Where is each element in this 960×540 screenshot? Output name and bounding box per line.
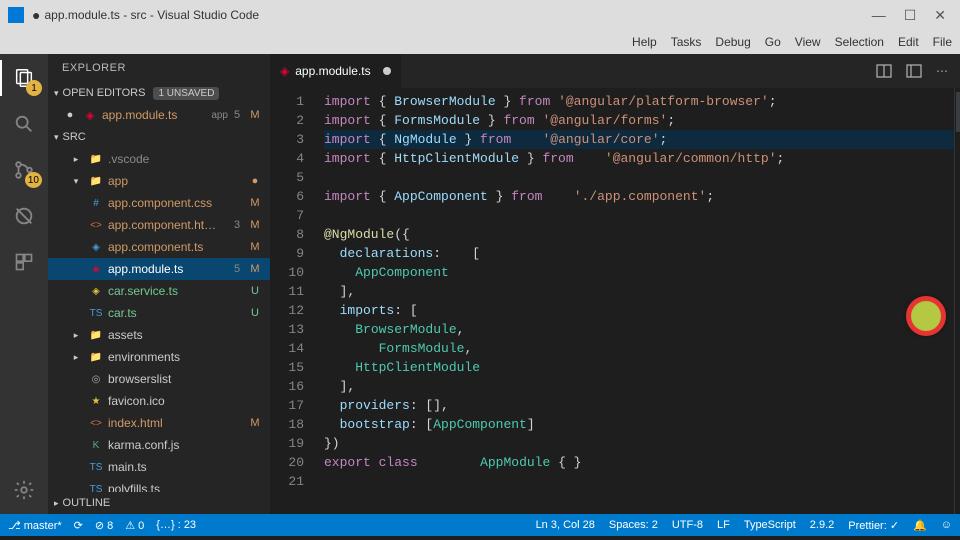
tree-item[interactable]: <>index.htmlM [48, 412, 270, 434]
tree-item[interactable]: ◈app.module.ts5M [48, 258, 270, 280]
indent-setting[interactable]: Spaces: 2 [609, 519, 658, 531]
warnings-count[interactable]: ⚠ 0 [125, 519, 144, 532]
open-editors-header[interactable]: ▾ OPEN EDITORS 1 UNSAVED [48, 82, 270, 104]
tree-item[interactable]: ◈app.component.tsM [48, 236, 270, 258]
split-editor-icon[interactable] [876, 63, 892, 79]
file-tree: ▸📁.vscode▾📁app●#app.component.cssM<>app.… [48, 148, 270, 492]
eol[interactable]: LF [717, 519, 730, 531]
info-count[interactable]: {…} : 23 [156, 519, 196, 531]
tree-item[interactable]: TScar.tsU [48, 302, 270, 324]
ts-version[interactable]: 2.9.2 [810, 519, 834, 531]
prettier-status[interactable]: Prettier: ✓ [848, 519, 899, 532]
title-app: Visual Studio Code [157, 8, 872, 22]
menu-view[interactable]: View [795, 35, 821, 49]
src-label: SRC [63, 131, 86, 143]
feedback-icon[interactable]: ☺ [941, 519, 952, 531]
scm-badge: 10 [25, 172, 42, 188]
code-editor[interactable]: 123456789101112131415161718192021 import… [270, 88, 960, 514]
activitybar: 1 10 [0, 54, 48, 514]
dirty-indicator [383, 67, 391, 75]
encoding[interactable]: UTF-8 [672, 519, 703, 531]
toggle-layout-icon[interactable] [906, 63, 922, 79]
close-window-button[interactable]: ✕ [934, 7, 946, 24]
errors-count[interactable]: ⊘ 8 [95, 519, 113, 532]
menu-tasks[interactable]: Tasks [671, 35, 702, 49]
explorer-icon[interactable]: 1 [10, 64, 38, 92]
angular-icon: ◈ [280, 64, 289, 78]
debug-icon[interactable] [10, 202, 38, 230]
tree-item[interactable]: TSpolyfills.ts [48, 478, 270, 492]
explorer-badge: 1 [26, 80, 42, 96]
extensions-icon[interactable] [10, 248, 38, 276]
menu-go[interactable]: Go [765, 35, 781, 49]
tree-item[interactable]: TSmain.ts [48, 456, 270, 478]
cursor-position[interactable]: Ln 3, Col 28 [536, 519, 595, 531]
tree-item[interactable]: ▸📁.vscode [48, 148, 270, 170]
title-path: src [131, 8, 147, 22]
sidebar-title: EXPLORER [48, 54, 270, 82]
tree-item[interactable]: Kkarma.conf.js [48, 434, 270, 456]
minimize-button[interactable]: — [872, 7, 886, 24]
vscode-icon [8, 7, 24, 23]
code-content[interactable]: import { BrowserModule } from '@angular/… [316, 88, 954, 514]
outline-header[interactable]: ▸ OUTLINE [48, 492, 270, 514]
unsaved-badge: 1 UNSAVED [153, 87, 219, 100]
line-gutter: 123456789101112131415161718192021 [270, 88, 316, 514]
language-mode[interactable]: TypeScript [744, 519, 796, 531]
minimap[interactable] [954, 88, 960, 514]
bell-icon[interactable]: 🔔 [913, 519, 927, 532]
titlebar: ● app.module.ts - src - Visual Studio Co… [0, 0, 960, 30]
statusbar: ⎇ master* ⟳ ⊘ 8 ⚠ 0 {…} : 23 Ln 3, Col 2… [0, 514, 960, 536]
menu-help[interactable]: Help [632, 35, 657, 49]
open-editors-label: OPEN EDITORS [63, 87, 146, 99]
tree-item[interactable]: ◎browserslist [48, 368, 270, 390]
menu-selection[interactable]: Selection [835, 35, 884, 49]
tab-filename: app.module.ts [295, 64, 370, 78]
open-editor-item[interactable]: ●◈app.module.tsapp5M [48, 104, 270, 126]
title-sep2: - [147, 8, 158, 22]
title-filename: app.module.ts [44, 8, 119, 22]
src-header[interactable]: ▾ SRC [48, 126, 270, 148]
tree-item[interactable]: ▸📁assets [48, 324, 270, 346]
menu-debug[interactable]: Debug [715, 35, 750, 49]
chevron-down-icon: ▾ [54, 132, 59, 143]
more-icon[interactable]: ⋯ [936, 64, 948, 78]
chevron-right-icon: ▸ [54, 498, 59, 509]
menu-file[interactable]: File [933, 35, 952, 49]
tree-item[interactable]: ★favicon.ico [48, 390, 270, 412]
tabbar: ◈ app.module.ts ⋯ [270, 54, 960, 88]
tree-item[interactable]: <>app.component.ht…3M [48, 214, 270, 236]
menubar: Help Tasks Debug Go View Selection Edit … [0, 30, 960, 54]
tree-item[interactable]: #app.component.cssM [48, 192, 270, 214]
sync-icon[interactable]: ⟳ [74, 519, 83, 532]
chevron-down-icon: ▾ [54, 88, 59, 99]
annotation-cursor-icon [906, 296, 946, 336]
search-icon[interactable] [10, 110, 38, 138]
tree-item[interactable]: ▾📁app● [48, 170, 270, 192]
outline-label: OUTLINE [63, 497, 111, 509]
tree-item[interactable]: ◈car.service.tsU [48, 280, 270, 302]
maximize-button[interactable]: ☐ [904, 7, 917, 24]
tab-app-module[interactable]: ◈ app.module.ts [270, 54, 402, 88]
branch-indicator[interactable]: ⎇ master* [8, 519, 62, 532]
title-sep: - [120, 8, 131, 22]
menu-edit[interactable]: Edit [898, 35, 919, 49]
modified-dot: ● [32, 7, 40, 23]
settings-gear-icon[interactable] [10, 476, 38, 504]
editor: ◈ app.module.ts ⋯ 1234567891011121314151… [270, 54, 960, 514]
sidebar: EXPLORER ▾ OPEN EDITORS 1 UNSAVED ●◈app.… [48, 54, 270, 514]
tree-item[interactable]: ▸📁environments [48, 346, 270, 368]
scm-icon[interactable]: 10 [10, 156, 38, 184]
